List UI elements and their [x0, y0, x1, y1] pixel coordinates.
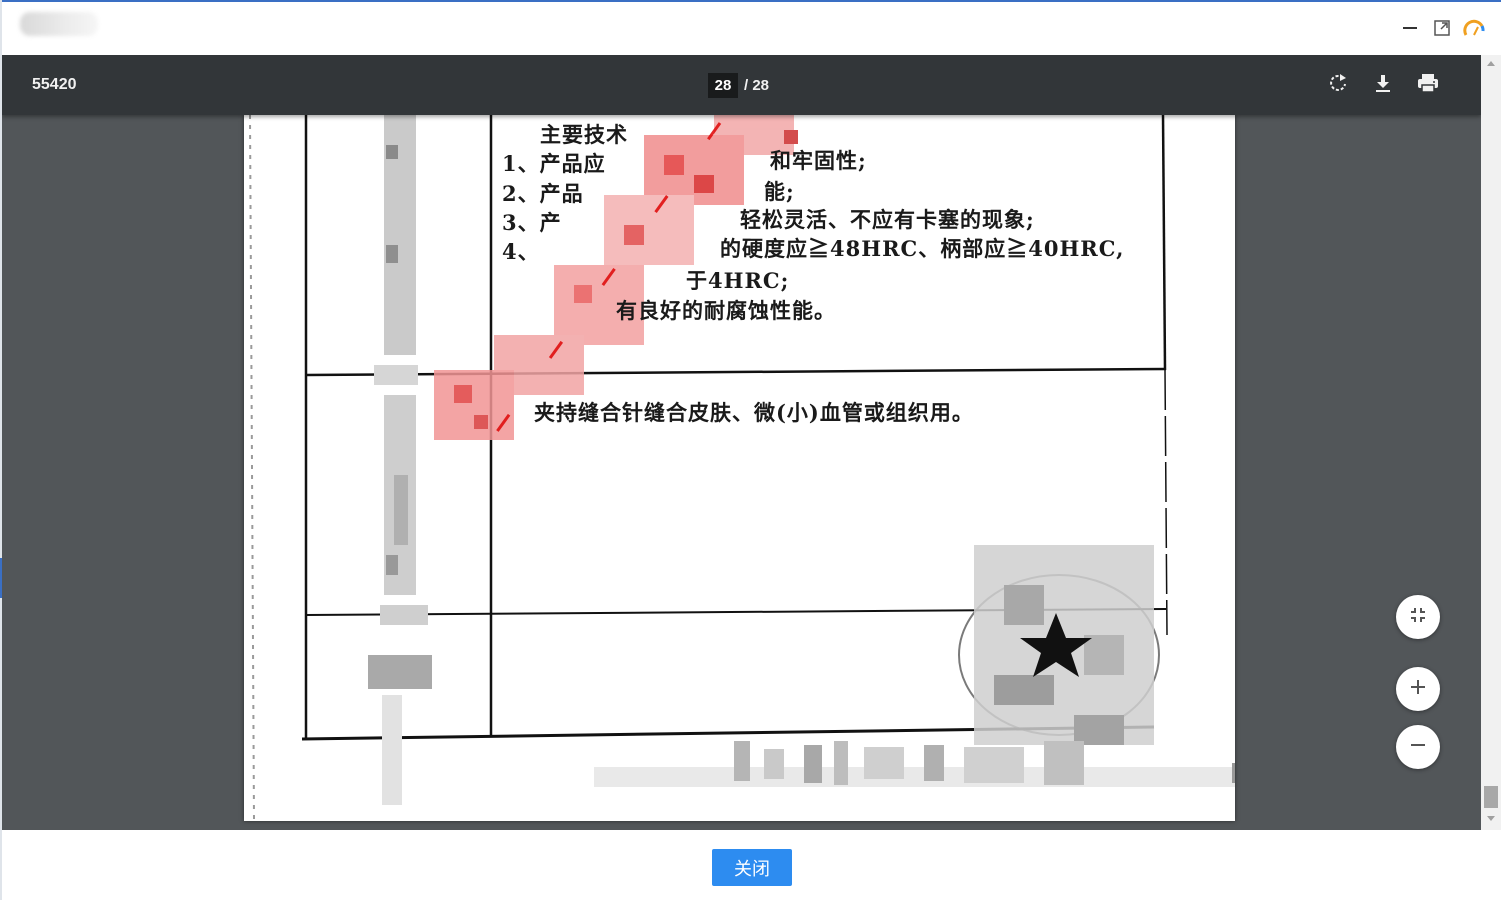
dialog-header [2, 2, 1501, 55]
scrollbar-thumb[interactable] [1484, 786, 1498, 808]
document-title: 55420 [32, 76, 77, 93]
scroll-down-arrow-icon[interactable] [1487, 816, 1495, 821]
doc-line-3b: 轻松灵活、不应有卡塞的现象; [740, 207, 1035, 232]
zoom-in-icon [1409, 678, 1427, 701]
gauge-icon[interactable] [1462, 16, 1486, 40]
print-button[interactable] [1413, 70, 1443, 100]
dialog-footer: 关闭 [2, 830, 1501, 900]
doc-line-3a: 3、产 [502, 210, 562, 235]
redacted-title [20, 12, 98, 36]
doc-line-4b: 的硬度应≧48HRC、柄部应≧40HRC, [720, 236, 1125, 261]
doc-line-5: 于4HRC; [686, 268, 790, 293]
zoom-out-icon [1409, 736, 1427, 759]
page-number-input[interactable] [708, 73, 738, 98]
doc-line-2a: 2、产品 [502, 181, 584, 206]
maximize-icon[interactable] [1430, 16, 1454, 40]
print-icon [1416, 72, 1440, 99]
doc-line-heading: 主要技术 [540, 122, 628, 147]
pdf-viewer: 55420 / 28 [2, 55, 1481, 830]
rotate-button[interactable] [1323, 70, 1353, 100]
vertical-scrollbar[interactable] [1481, 55, 1501, 830]
doc-line-6: 有良好的耐腐蚀性能。 [616, 298, 836, 323]
download-button[interactable] [1368, 70, 1398, 100]
doc-line-1b: 和牢固性; [770, 148, 867, 173]
doc-line-usage: 夹持缝合针缝合皮肤、微(小)血管或组织用。 [534, 400, 974, 425]
fit-page-button[interactable] [1396, 595, 1440, 639]
download-icon [1372, 72, 1394, 99]
page-count: / 28 [744, 77, 770, 94]
zoom-in-button[interactable] [1396, 667, 1440, 711]
zoom-out-button[interactable] [1396, 725, 1440, 769]
scroll-up-arrow-icon[interactable] [1487, 61, 1495, 66]
minimize-icon[interactable] [1398, 16, 1422, 40]
fit-page-icon [1409, 606, 1427, 629]
doc-line-2b: 能; [764, 179, 795, 204]
rotate-icon [1327, 72, 1349, 99]
pdf-page: 主要技术 1、产品应 和牢固性; 2、产品 能; 3、产 轻松灵活、不应有卡塞的… [244, 115, 1235, 821]
doc-line-4a: 4、 [502, 239, 540, 264]
pdf-toolbar: 55420 / 28 [2, 55, 1481, 115]
doc-line-1a: 1、产品应 [502, 151, 606, 176]
close-button[interactable]: 关闭 [712, 849, 792, 886]
